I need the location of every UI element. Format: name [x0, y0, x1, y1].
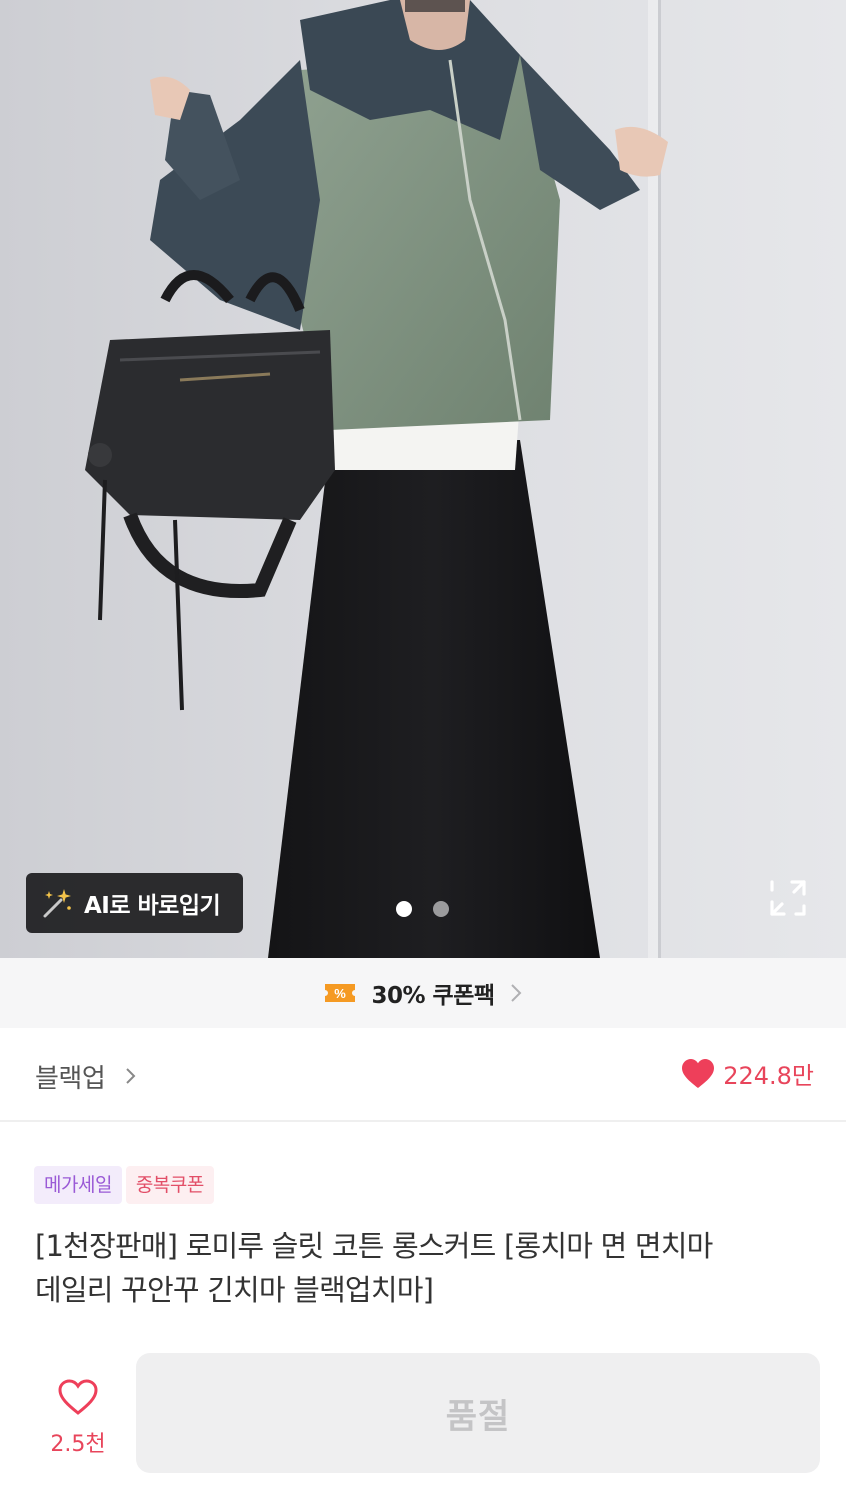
- wishlist-button[interactable]: 2.5천: [30, 1378, 126, 1462]
- mega-sale-badge: 메가세일: [34, 1166, 122, 1204]
- heart-filled-icon: [682, 1058, 715, 1088]
- store-row: 블랙업 224.8만: [0, 1028, 846, 1122]
- chevron-right-icon[interactable]: [125, 1066, 137, 1086]
- ai-try-on-label: AI로 바로입기: [84, 893, 221, 919]
- duplicate-coupon-badge: 중복쿠폰: [125, 1166, 214, 1204]
- carousel-dot-2[interactable]: [433, 901, 449, 917]
- carousel-indicator: [396, 901, 449, 917]
- product-title-line-2: 데일리 꾸안꾸 긴치마 블랙업치마]: [35, 1273, 434, 1307]
- svg-text:%: %: [335, 986, 347, 1001]
- product-title: [1천장판매] 로미루 슬릿 코튼 롱스커트 [롱치마 면 면치마 데일리 꾸안…: [35, 1224, 815, 1312]
- wishlist-count: 2.5천: [50, 1432, 106, 1457]
- product-photo: [0, 0, 846, 958]
- carousel-dot-1[interactable]: [396, 901, 412, 917]
- ai-try-on-button[interactable]: AI로 바로입기: [26, 873, 243, 933]
- store-name-link[interactable]: 블랙업: [35, 1058, 106, 1095]
- coupon-ticket-icon: %: [325, 984, 356, 1002]
- magic-wand-icon: [43, 889, 71, 918]
- soldout-button[interactable]: 품절: [136, 1353, 820, 1473]
- coupon-pack-banner[interactable]: % 30% 쿠폰팩: [0, 958, 846, 1028]
- product-image-carousel[interactable]: AI로 바로입기: [0, 0, 846, 958]
- product-title-line-1: [1천장판매] 로미루 슬릿 코튼 롱스커트 [롱치마 면 면치마: [35, 1229, 713, 1263]
- expand-icon[interactable]: [768, 878, 808, 918]
- store-like-count: 224.8만: [723, 1062, 814, 1090]
- product-badges: 메가세일 중복쿠폰: [34, 1166, 214, 1204]
- coupon-pack-label: 30% 쿠폰팩: [371, 983, 495, 1009]
- store-like-button[interactable]: 224.8만: [681, 1056, 814, 1091]
- heart-outline-icon: [58, 1379, 98, 1415]
- chevron-right-icon: [510, 984, 521, 1002]
